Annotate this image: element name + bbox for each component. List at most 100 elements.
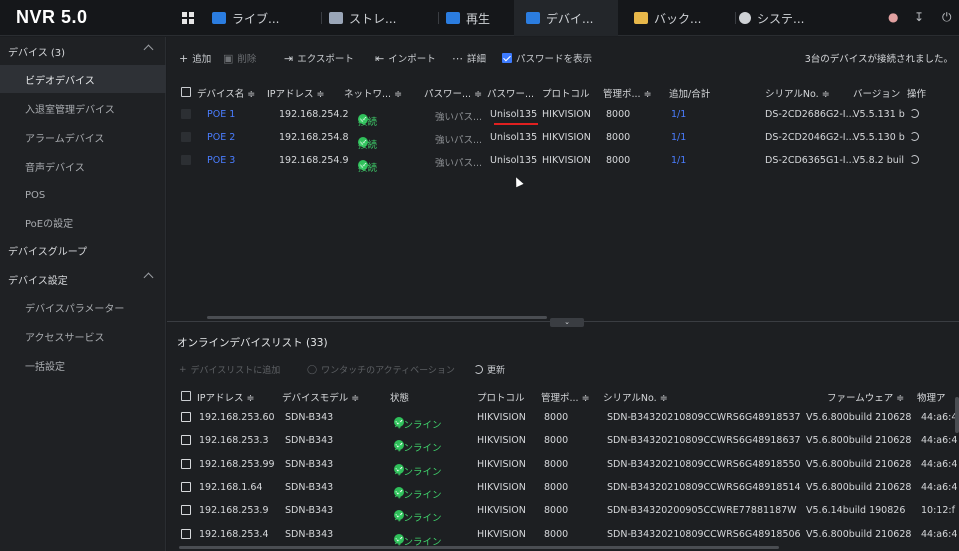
power-icon[interactable]: ⏻ [942,10,952,25]
main-panel: + 追加 ▣ 削除 ⇥ エクスポート ⇤ インポート ⋯ 詳細 パスワードを表示… [167,37,959,551]
refresh-icon[interactable] [910,132,919,141]
tab-system[interactable]: システ... [735,0,835,36]
collapse-handle[interactable]: ⌄ [550,318,584,327]
select-all-checkbox[interactable] [181,391,191,401]
status-text: オンライン [394,443,442,455]
col-added-total: 追加/合計 [669,89,711,100]
add-button[interactable]: + 追加 [179,51,211,66]
delete-button[interactable]: ▣ 削除 [223,51,256,66]
chevron-up-icon [143,44,154,55]
sidebar-item-poe-settings[interactable]: PoEの設定 [0,208,166,236]
table-row[interactable]: 192.168.253.60 SDN-B343 オンライン HIKVISION 8000… [177,407,959,431]
col-ip[interactable]: IPアドレス ≑ [267,86,325,100]
checkbox-checked-icon [502,53,512,63]
col-port[interactable]: 管理ポ... ≑ [541,390,590,404]
sidebar-item-alarm-devices[interactable]: アラームデバイス [0,123,166,151]
row-checkbox[interactable] [181,435,191,446]
tab-live[interactable]: ライブ... [208,0,322,36]
row-checkbox[interactable] [181,481,191,492]
firmware: V5.6.800build 210628 [806,481,912,493]
sidebar-item-batch-config[interactable]: 一括設定 [0,351,166,379]
sidebar-item-device-settings[interactable]: デバイス設定 [0,265,166,293]
download-icon[interactable]: ↧ [914,10,924,24]
sidebar-item-devices[interactable]: デバイス (3) [0,37,166,65]
port: 8000 [544,435,569,447]
tab-label: デバイ... [546,11,594,26]
row-checkbox[interactable] [181,412,191,422]
add-to-list-label: デバイスリストに追加 [190,366,281,376]
table-row[interactable]: 192.168.1.64 SDN-B343 オンライン HIKVISION 8000 SD… [177,477,959,501]
row-checkbox[interactable] [181,132,191,142]
protocol: HIKVISION [542,132,591,143]
sidebar-item-access-service[interactable]: アクセスサービス [0,322,166,350]
detail-button[interactable]: ⋯ 詳細 [452,51,486,66]
col-password: パスワー... [487,89,535,100]
protocol: HIKVISION [477,412,526,423]
row-checkbox[interactable] [181,155,191,165]
table-row[interactable]: 192.168.253.3 SDN-B343 オンライン HIKVISION 8000 S… [177,430,959,455]
mac-address: 10:12:f [921,505,955,517]
table-row[interactable]: 192.168.253.99 SDN-B343 オンライン HIKVISION 8000… [177,454,959,478]
add-to-list-button[interactable]: + デバイスリストに追加 [179,363,281,377]
col-serial[interactable]: シリアルNo. ≑ [765,86,830,100]
show-password-toggle[interactable]: パスワードを表示 [502,51,592,65]
port: 8000 [544,481,569,493]
trash-icon: ▣ [223,51,234,65]
tab-playback[interactable]: 再生 [442,0,522,36]
device-ip: 192.168.253.60 [199,412,275,423]
tab-backup[interactable]: バック... [630,0,736,36]
col-port[interactable]: 管理ポ... ≑ [603,86,652,100]
row-checkbox[interactable] [181,505,191,516]
tab-label: 再生 [466,11,491,26]
one-touch-activation-button[interactable]: ◯ ワンタッチのアクティベーション [307,363,455,377]
tab-device[interactable]: デバイ... [514,0,618,36]
device-model: SDN-B343 [285,481,334,493]
device-name[interactable]: POE 3 [207,155,235,166]
table-row[interactable]: POE 3 192.168.254.9 接続 強いパス... Unisol135… [177,150,959,174]
horizontal-scrollbar[interactable] [179,546,779,549]
table-row[interactable]: POE 2 192.168.254.8 接続 強いパス... Unisol135… [177,127,959,151]
sidebar-item-label: 音声デバイス [25,162,85,174]
row-checkbox[interactable] [181,458,191,469]
col-device-name[interactable]: デバイス名 ≑ [197,86,255,100]
col-firmware[interactable]: ファームウェア ≑ [827,390,904,404]
tab-storage[interactable]: ストレ... [325,0,439,36]
device-name[interactable]: POE 2 [207,132,235,143]
import-button[interactable]: ⇤ インポート [375,51,436,66]
col-model[interactable]: デバイスモデル ≑ [282,390,359,404]
sidebar-item-access-control[interactable]: 入退室管理デバイス [0,94,166,122]
col-serial[interactable]: シリアルNo. ≑ [603,390,668,404]
sidebar-item-audio-devices[interactable]: 音声デバイス [0,152,166,180]
horizontal-scrollbar[interactable] [207,316,547,319]
firmware: V5.6.14build 190826 [806,505,906,517]
grid-menu-icon[interactable] [182,12,194,24]
notification-icon[interactable]: ● [888,10,898,24]
col-network[interactable]: ネットワ... ≑ [344,86,402,100]
row-checkbox[interactable] [181,528,191,539]
row-checkbox[interactable] [181,109,191,119]
firmware: V5.6.800build 210628 [806,412,912,423]
export-button[interactable]: ⇥ エクスポート [284,51,354,66]
sidebar-item-pos[interactable]: POS [0,181,166,209]
sidebar-item-device-parameters[interactable]: デバイスパラメーター [0,293,166,321]
table-row[interactable]: 192.168.253.9 SDN-B343 オンライン HIKVISION 8000 S… [177,500,959,525]
sidebar-item-device-group[interactable]: デバイスグループ [0,236,166,264]
sidebar-item-video-devices[interactable]: ビデオデバイス [0,65,166,93]
password-underline [494,123,538,125]
col-ip[interactable]: IPアドレス ≑ [197,390,255,404]
online-list-title: オンラインデバイスリスト (33) [177,337,328,349]
refresh-icon [474,365,483,374]
refresh-icon[interactable] [910,155,919,164]
col-password-strength[interactable]: パスワー... ≑ [424,86,482,100]
device-name[interactable]: POE 1 [207,109,235,120]
table-row[interactable]: POE 1 192.168.254.2 接続 強いパス... Unisol135… [177,104,959,128]
refresh-icon[interactable] [910,109,919,118]
table-row[interactable]: 192.168.253.4 SDN-B343 オンライン HIKVISION 8000 S… [177,524,959,548]
mac-address: 44:a6:4 [921,412,958,423]
sidebar-item-label: 一括設定 [25,361,65,373]
refresh-button[interactable]: 更新 [474,363,505,376]
vertical-scrollbar[interactable] [955,397,959,433]
device-ip: 192.168.254.9 [279,155,349,166]
select-all-checkbox[interactable] [181,87,191,97]
status-text: オンライン [394,513,442,525]
